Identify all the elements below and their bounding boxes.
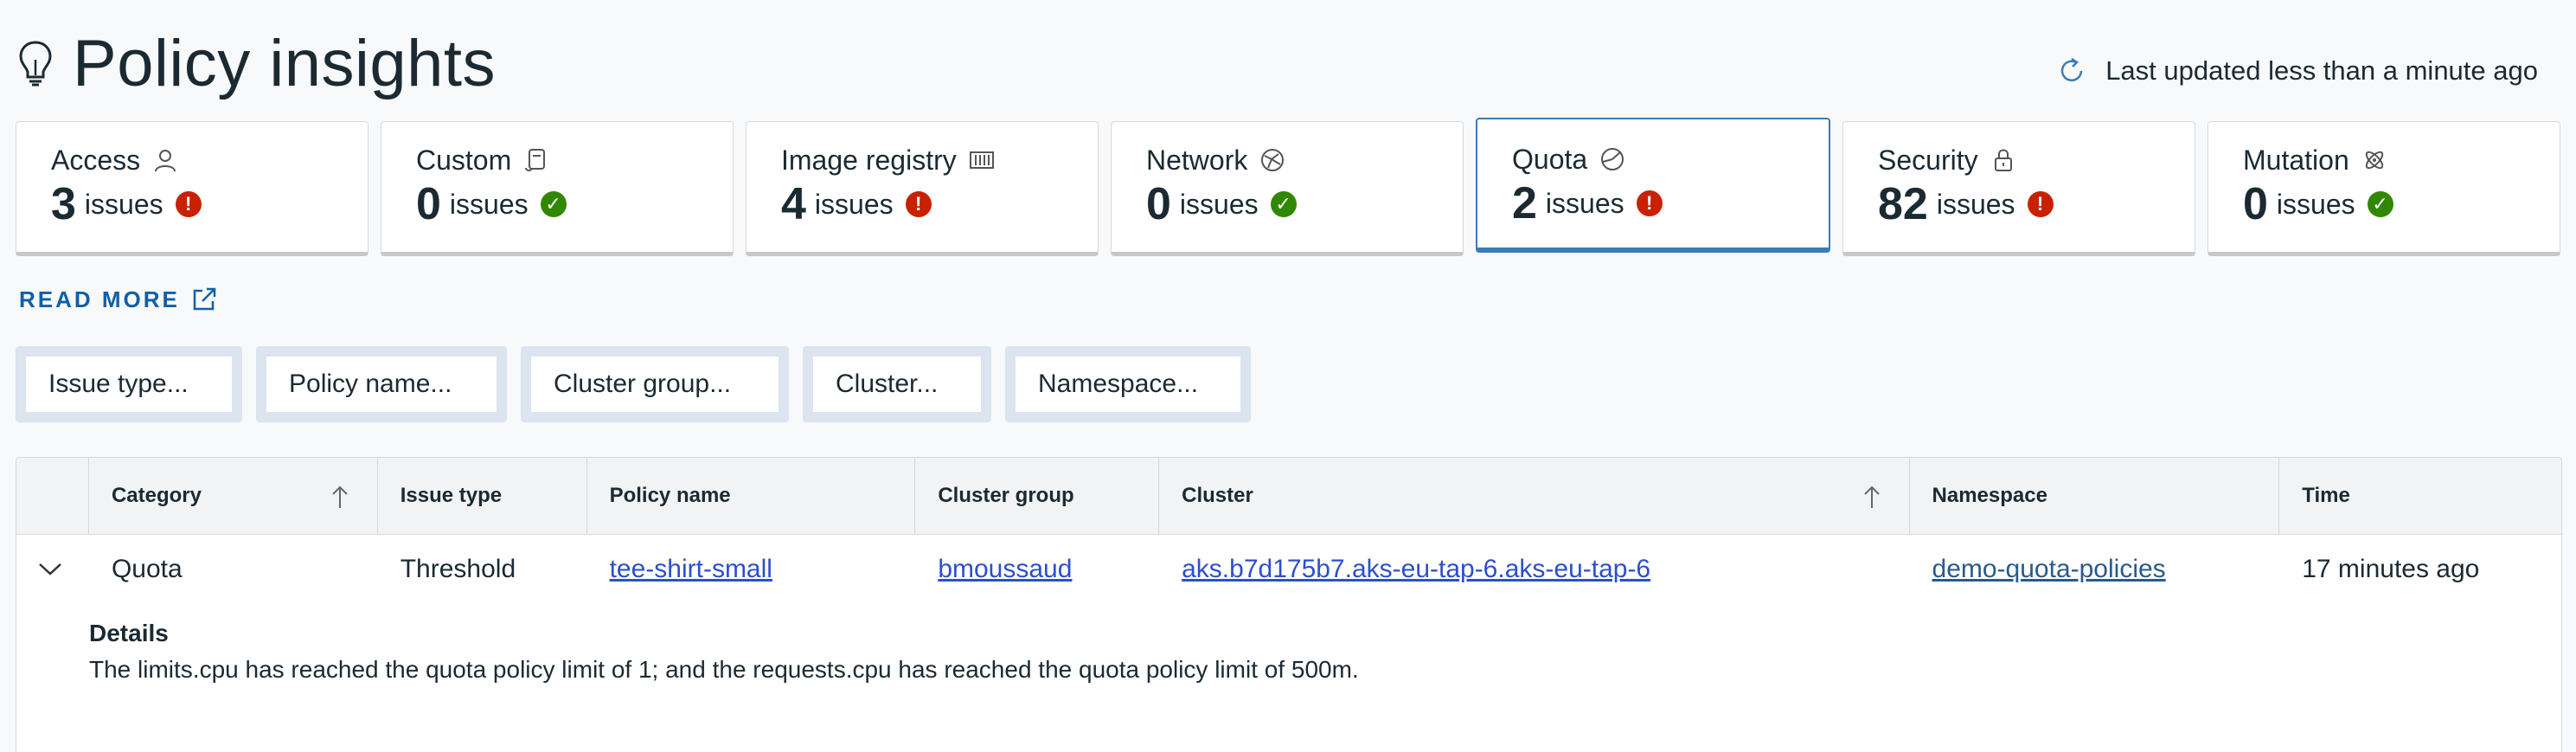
check-icon: ✓ — [2367, 191, 2393, 217]
issue-count: 4 — [781, 179, 806, 229]
card-image-registry[interactable]: Image registry 4 issues! — [746, 121, 1099, 256]
issues-label: issues — [1936, 188, 2015, 220]
column-header-cluster[interactable]: Cluster — [1159, 458, 1910, 534]
external-link-icon — [193, 287, 216, 311]
column-label: Cluster group — [938, 484, 1074, 507]
issues-table: Category Issue type Policy name Cluster … — [16, 457, 2562, 752]
cell-category: Quota — [111, 555, 183, 583]
column-label: Category — [111, 484, 202, 507]
filter-issue-type[interactable]: Issue type... — [16, 346, 242, 422]
card-access[interactable]: Access 3 issues! — [16, 121, 368, 256]
issue-count: 2 — [1512, 178, 1537, 228]
issues-label: issues — [449, 188, 529, 220]
filter-bar: Issue type... Policy name... Cluster gro… — [16, 346, 1251, 422]
cell-issue-type: Threshold — [400, 555, 516, 583]
column-label: Namespace — [1932, 484, 2047, 507]
lightbulb-icon — [19, 41, 52, 87]
card-quota[interactable]: Quota 2 issues! — [1476, 118, 1830, 253]
cell-time: 17 minutes ago — [2302, 555, 2480, 583]
issue-count: 0 — [1146, 179, 1171, 229]
issues-label: issues — [84, 188, 163, 220]
error-icon: ! — [2027, 191, 2054, 217]
scroll-icon — [525, 149, 546, 171]
card-title: Quota — [1512, 143, 1588, 175]
issues-label: issues — [2276, 188, 2355, 220]
card-title: Image registry — [781, 144, 957, 176]
card-title: Network — [1146, 144, 1248, 176]
card-mutation[interactable]: Mutation 0 issues ✓ — [2208, 121, 2560, 256]
column-header-cluster-group[interactable]: Cluster group — [915, 458, 1160, 534]
issue-count: 3 — [51, 179, 76, 229]
lock-icon — [1994, 149, 2012, 171]
card-title: Custom — [416, 144, 512, 176]
details-title: Details — [89, 620, 169, 646]
policy-name-link[interactable]: tee-shirt-small — [610, 555, 772, 583]
filter-cluster-group[interactable]: Cluster group... — [521, 346, 789, 422]
error-icon: ! — [905, 191, 932, 217]
chevron-down-icon — [39, 563, 61, 575]
card-title: Security — [1878, 144, 1978, 176]
read-more-link[interactable]: READ MORE — [19, 286, 218, 313]
column-label: Cluster — [1182, 484, 1253, 507]
sort-ascending-icon[interactable] — [329, 484, 351, 510]
expand-toggle[interactable] — [16, 555, 89, 584]
details-text: The limits.cpu has reached the quota pol… — [89, 656, 1359, 683]
check-icon: ✓ — [1270, 191, 1297, 217]
expand-column-header — [16, 458, 89, 534]
refresh-icon[interactable] — [2057, 56, 2086, 86]
quota-icon — [1601, 148, 1624, 170]
issue-count: 82 — [1878, 179, 1928, 229]
cluster-group-link[interactable]: bmoussaud — [938, 555, 1072, 583]
card-security[interactable]: Security 82 issues! — [1842, 121, 2195, 256]
check-icon: ✓ — [540, 191, 567, 217]
column-header-time[interactable]: Time — [2279, 458, 2561, 534]
sort-ascending-icon[interactable] — [1861, 484, 1883, 510]
column-label: Issue type — [400, 484, 503, 507]
namespace-link[interactable]: demo-quota-policies — [1932, 555, 2166, 583]
issues-label: issues — [1179, 188, 1259, 220]
error-icon: ! — [175, 191, 202, 217]
last-updated-text: Last updated less than a minute ago — [2105, 55, 2538, 86]
filter-cluster[interactable]: Cluster... — [803, 346, 991, 422]
issues-label: issues — [814, 188, 894, 220]
cluster-link[interactable]: aks.b7d175b7.aks-eu-tap-6.aks-eu-tap-6 — [1182, 555, 1650, 583]
card-custom[interactable]: Custom 0 issues ✓ — [381, 121, 734, 256]
column-header-category[interactable]: Category — [89, 458, 378, 534]
filter-policy-name[interactable]: Policy name... — [256, 346, 507, 422]
user-icon — [155, 150, 176, 172]
table-row: Quota Threshold tee-shirt-small bmoussau… — [16, 535, 2561, 604]
card-title: Access — [51, 144, 141, 176]
mutation-icon — [2365, 151, 2383, 170]
row-details: Details The limits.cpu has reached the q… — [16, 604, 2561, 684]
category-cards: Access 3 issues! Custom 0 issues ✓ Image re… — [16, 118, 2560, 260]
page-title: Policy insights — [73, 26, 497, 100]
card-title: Mutation — [2243, 144, 2349, 176]
page-header: Policy insights — [16, 24, 496, 102]
registry-icon — [969, 151, 994, 169]
column-header-namespace[interactable]: Namespace — [1910, 458, 2280, 534]
column-label: Policy name — [609, 484, 731, 507]
network-icon — [1261, 149, 1285, 171]
read-more-label: READ MORE — [19, 286, 180, 312]
error-icon: ! — [1636, 190, 1663, 216]
card-network[interactable]: Network 0 issues ✓ — [1111, 121, 1464, 256]
column-header-policy-name[interactable]: Policy name — [587, 458, 916, 534]
column-label: Time — [2302, 484, 2350, 507]
issues-label: issues — [1545, 187, 1624, 219]
last-updated: Last updated less than a minute ago — [2057, 55, 2538, 87]
issue-count: 0 — [2243, 179, 2268, 229]
column-header-issue-type[interactable]: Issue type — [378, 458, 587, 534]
filter-namespace[interactable]: Namespace... — [1005, 346, 1251, 422]
table-header: Category Issue type Policy name Cluster … — [16, 458, 2561, 535]
issue-count: 0 — [416, 179, 441, 229]
